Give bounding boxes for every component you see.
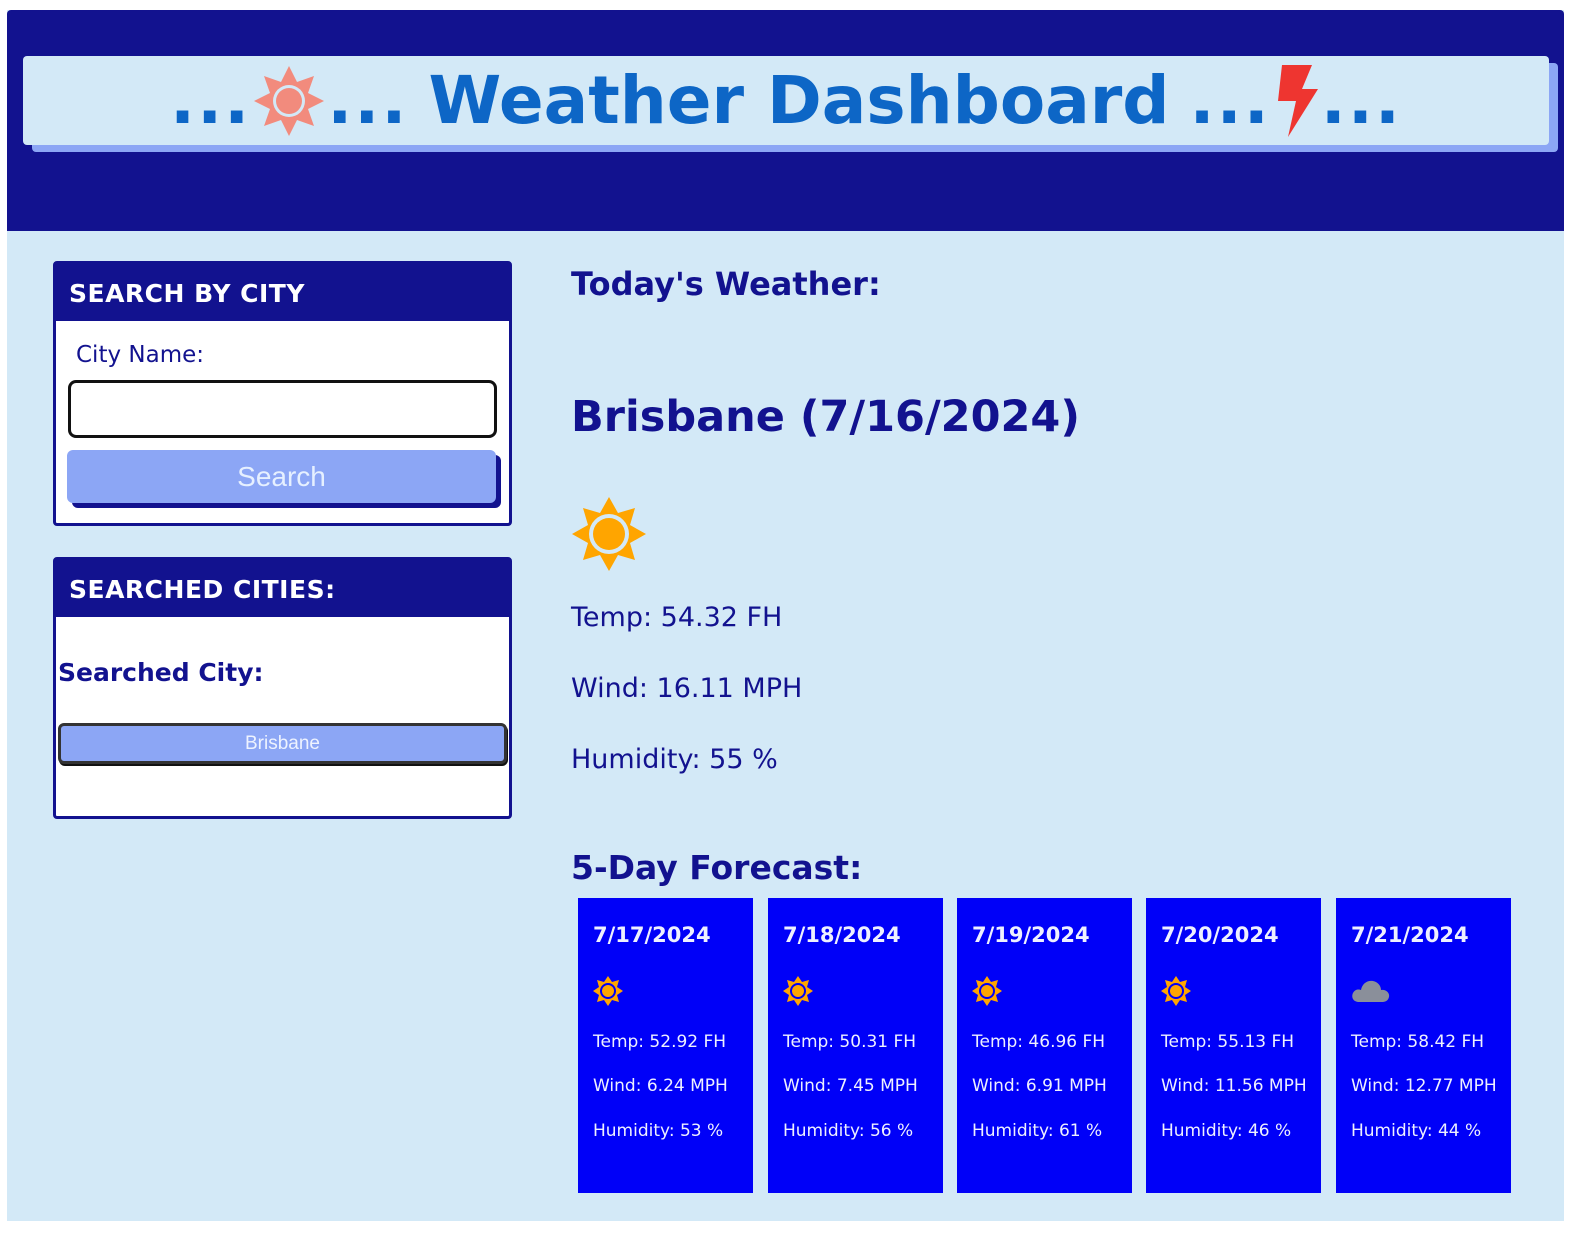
lightning-icon (1277, 64, 1318, 137)
cloud-icon (1352, 980, 1390, 1002)
forecast-card: 7/20/2024 Temp: 55.13 FH Wind: 11.56 MPH… (1146, 898, 1321, 1193)
forecast-card: 7/18/2024 Temp: 50.31 FH Wind: 7.45 MPH … (768, 898, 943, 1193)
forecast-temp: Temp: 58.42 FH (1351, 1032, 1485, 1052)
forecast-temp: Temp: 52.92 FH (593, 1032, 727, 1052)
current-temp: Temp: 54.32 FH (571, 602, 783, 633)
sun-icon (1161, 976, 1191, 1006)
forecast-humidity: Humidity: 56 % (783, 1121, 914, 1141)
forecast-wind: Wind: 11.56 MPH (1161, 1076, 1307, 1096)
title-dots-left: ... (170, 62, 252, 139)
current-city-title: Brisbane (7/16/2024) (571, 392, 1081, 442)
forecast-humidity: Humidity: 46 % (1161, 1121, 1292, 1141)
forecast-temp: Temp: 55.13 FH (1161, 1032, 1295, 1052)
city-name-label: City Name: (76, 342, 204, 368)
title-dots-right: ... (1189, 62, 1271, 139)
forecast-temp: Temp: 50.31 FH (783, 1032, 917, 1052)
current-wind: Wind: 16.11 MPH (571, 673, 803, 704)
searched-city-button-brisbane[interactable]: Brisbane (58, 723, 507, 764)
forecast-wind: Wind: 6.24 MPH (593, 1076, 728, 1096)
forecast-card: 7/21/2024 Temp: 58.42 FH Wind: 12.77 MPH… (1336, 898, 1511, 1193)
forecast-humidity: Humidity: 61 % (972, 1121, 1103, 1141)
sun-icon (972, 976, 1002, 1006)
forecast-date: 7/19/2024 (972, 923, 1090, 947)
sun-icon (783, 976, 813, 1006)
title-dots-left-2: ... (327, 62, 409, 139)
forecast-card: 7/17/2024 Temp: 52.92 FH Wind: 6.24 MPH … (578, 898, 753, 1193)
page-title: ... ... Weather Dashboard ... ... (23, 56, 1549, 145)
city-name-input[interactable] (68, 380, 497, 438)
forecast-date: 7/17/2024 (593, 923, 711, 947)
searched-cities-card: SEARCHED CITIES: Searched City: Brisbane (53, 557, 512, 819)
forecast-heading: 5-Day Forecast: (571, 848, 863, 887)
title-text: Weather Dashboard (428, 62, 1170, 139)
forecast-humidity: Humidity: 53 % (593, 1121, 724, 1141)
forecast-temp: Temp: 46.96 FH (972, 1032, 1106, 1052)
search-card-heading: SEARCH BY CITY (56, 264, 509, 321)
search-button[interactable]: Search (67, 450, 496, 503)
forecast-wind: Wind: 12.77 MPH (1351, 1076, 1497, 1096)
searched-city-label: Searched City: (58, 658, 264, 687)
title-dots-right-2: ... (1320, 62, 1402, 139)
forecast-date: 7/18/2024 (783, 923, 901, 947)
forecast-wind: Wind: 6.91 MPH (972, 1076, 1107, 1096)
sun-icon (593, 976, 623, 1006)
searched-cities-heading: SEARCHED CITIES: (56, 560, 509, 617)
todays-weather-heading: Today's Weather: (571, 265, 881, 303)
current-humidity: Humidity: 55 % (571, 744, 778, 775)
forecast-wind: Wind: 7.45 MPH (783, 1076, 918, 1096)
forecast-humidity: Humidity: 44 % (1351, 1121, 1482, 1141)
forecast-date: 7/20/2024 (1161, 923, 1279, 947)
sun-icon (254, 65, 325, 136)
forecast-date: 7/21/2024 (1351, 923, 1469, 947)
forecast-card: 7/19/2024 Temp: 46.96 FH Wind: 6.91 MPH … (957, 898, 1132, 1193)
app-window: ... ... Weather Dashboard ... ... SEARCH… (7, 10, 1564, 1221)
sun-icon (572, 497, 646, 571)
search-card: SEARCH BY CITY City Name: Search (53, 261, 512, 526)
page-header: ... ... Weather Dashboard ... ... (7, 10, 1564, 231)
